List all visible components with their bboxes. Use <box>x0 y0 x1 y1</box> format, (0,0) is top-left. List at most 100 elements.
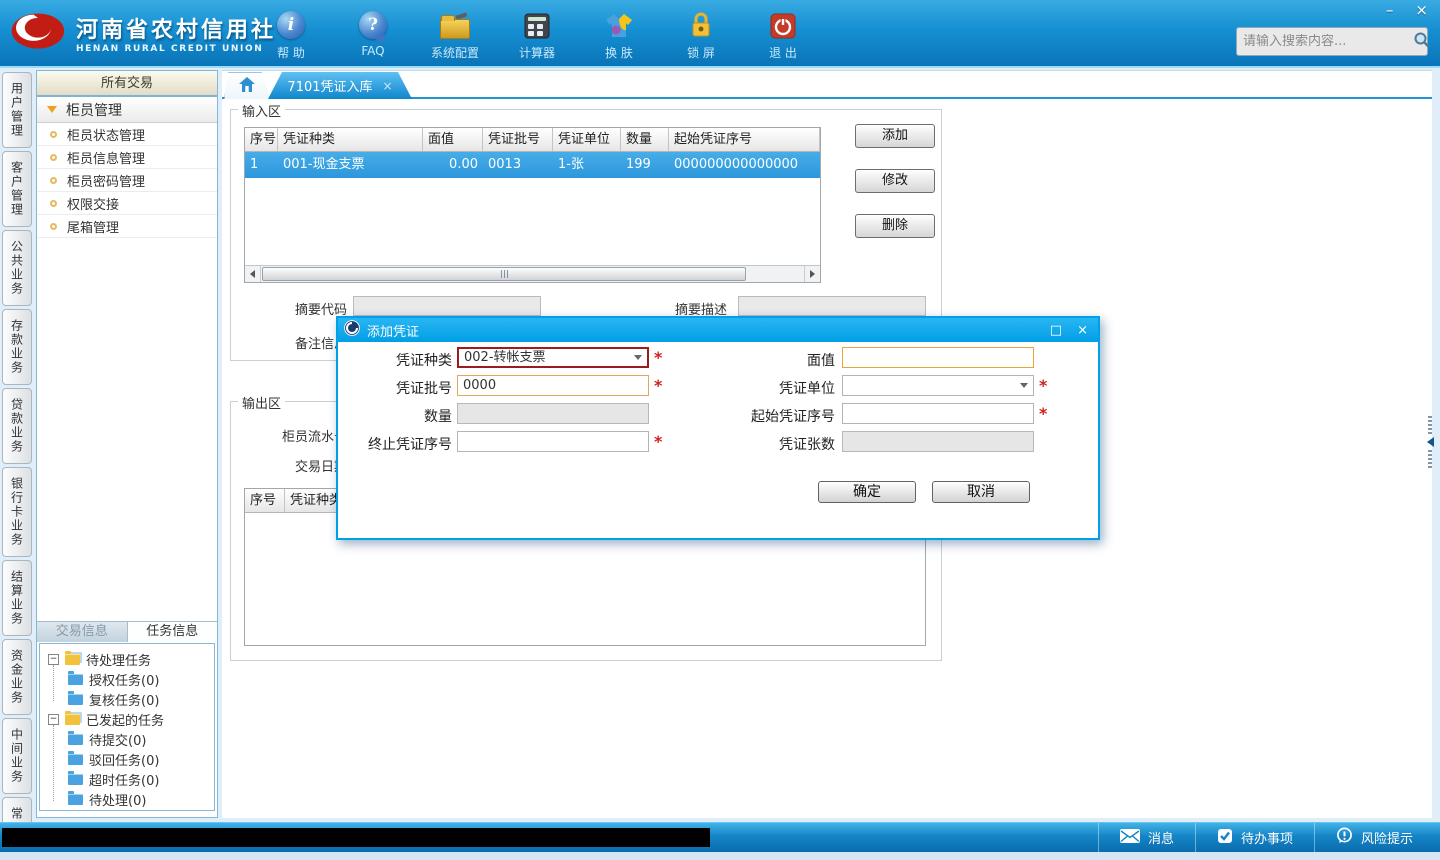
quantity-input <box>457 403 649 424</box>
item-label: 柜员状态管理 <box>67 128 146 144</box>
tree-node-auth-tasks[interactable]: 授权任务(0) <box>40 669 214 689</box>
help-button[interactable]: 帮 助 <box>262 9 320 61</box>
table-row-selected[interactable]: 1 001-现金支票 0.00 0013 1-张 199 00000000000… <box>245 152 820 178</box>
tab-task-info[interactable]: 任务信息 <box>127 622 217 642</box>
col-start-serial[interactable]: 起始凭证序号 <box>669 128 820 151</box>
messages-button[interactable]: 消息 <box>1097 823 1195 852</box>
faq-button[interactable]: FAQ <box>344 9 402 61</box>
out-col-seq[interactable]: 序号 <box>245 489 285 512</box>
collapse-minus-icon[interactable] <box>48 653 59 665</box>
close-button[interactable]: × <box>1415 2 1428 18</box>
tree-node-initiated-tasks[interactable]: 已发起的任务 <box>40 709 214 729</box>
sidebar-item-cashbox-mgmt[interactable]: 尾箱管理 <box>37 215 217 238</box>
risk-alert-button[interactable]: 风险提示 <box>1313 823 1434 852</box>
tab-loan-biz[interactable]: 贷款业务 <box>2 388 32 464</box>
scroll-left-arrow[interactable] <box>245 266 261 282</box>
col-seq[interactable]: 序号 <box>245 128 278 151</box>
app-header: 河南省农村信用社 HENAN RURAL CREDIT UNION 帮 助 FA… <box>0 0 1440 68</box>
cell-voucher-type: 001-现金支票 <box>283 157 365 172</box>
faq-icon <box>359 11 387 39</box>
bullet-icon <box>50 176 57 184</box>
minimize-button[interactable]: – <box>1386 2 1394 18</box>
start-serial-input[interactable] <box>842 403 1034 424</box>
tree-node-pending-tasks[interactable]: 待处理任务 <box>40 649 214 669</box>
home-icon <box>239 76 255 96</box>
trade-date-label: 交易日期 <box>294 460 347 475</box>
sidebar-item-teller-info[interactable]: 柜员信息管理 <box>37 146 217 169</box>
search-icon[interactable] <box>1413 31 1431 53</box>
tab-deposit-biz[interactable]: 存款业务 <box>2 309 32 385</box>
face-value-input[interactable] <box>842 347 1034 368</box>
header-toolbar: 帮 助 FAQ 系统配置 计算器 <box>262 9 812 61</box>
node-label: 授权任务(0) <box>89 673 160 689</box>
dialog-close-icon[interactable]: × <box>1073 323 1092 338</box>
folder-icon <box>68 690 83 705</box>
col-voucher-unit[interactable]: 凭证单位 <box>553 128 621 151</box>
col-voucher-type[interactable]: 凭证种类 <box>278 128 423 151</box>
redacted-session-info <box>2 828 710 847</box>
system-config-button[interactable]: 系统配置 <box>426 9 484 61</box>
drag-dots-icon <box>1428 450 1432 468</box>
tree-node-timeout-tasks[interactable]: 超时任务(0) <box>40 769 214 789</box>
col-face-value[interactable]: 面值 <box>423 128 483 151</box>
tab-funds-biz[interactable]: 资金业务 <box>2 639 32 715</box>
col-quantity[interactable]: 数量 <box>621 128 669 151</box>
tab-intermediate-biz[interactable]: 中间业务 <box>2 718 32 794</box>
summary-desc-input <box>738 296 926 316</box>
sidebar-item-teller-status[interactable]: 柜员状态管理 <box>37 123 217 146</box>
voucher-type-select[interactable]: 002-转帐支票 <box>457 347 649 368</box>
panel-collapse-handle[interactable] <box>1424 416 1436 474</box>
tab-transaction-info[interactable]: 交易信息 <box>37 622 128 642</box>
folder-icon <box>68 730 83 745</box>
item-label: 柜员信息管理 <box>67 151 146 167</box>
col-batch-no[interactable]: 凭证批号 <box>483 128 553 151</box>
dialog-logo-icon <box>344 320 360 340</box>
tree-node-to-submit[interactable]: 待提交(0) <box>40 729 214 749</box>
exit-button[interactable]: 退 出 <box>754 9 812 61</box>
change-skin-button[interactable]: 换 肤 <box>590 9 648 61</box>
collapse-minus-icon[interactable] <box>48 713 59 725</box>
tab-user-mgmt[interactable]: 用户管理 <box>2 72 32 148</box>
modify-button[interactable]: 修改 <box>855 169 935 193</box>
node-label: 超时任务(0) <box>89 773 160 789</box>
search-input[interactable] <box>1243 34 1413 49</box>
dialog-titlebar[interactable]: 添加凭证 □ × <box>338 318 1098 342</box>
quantity-label: 数量 <box>424 409 452 425</box>
tree-node-review-tasks[interactable]: 复核任务(0) <box>40 689 214 709</box>
horizontal-scrollbar[interactable] <box>245 265 820 282</box>
tab-voucher-inbound[interactable]: 7101凭证入库 × <box>268 72 412 99</box>
tab-settlement-biz[interactable]: 结算业务 <box>2 560 32 636</box>
folder-icon <box>68 770 83 785</box>
todo-button[interactable]: 待办事项 <box>1194 823 1314 852</box>
calculator-button[interactable]: 计算器 <box>508 9 566 61</box>
sidebar: 所有交易 柜员管理 柜员状态管理 柜员信息管理 柜员密码管理 权限交接 尾箱管理… <box>36 70 218 818</box>
lock-screen-button[interactable]: 锁 屏 <box>672 9 730 61</box>
tab-close-icon[interactable]: × <box>383 79 393 93</box>
tree-node-rejected-tasks[interactable]: 驳回任务(0) <box>40 749 214 769</box>
scroll-right-arrow[interactable] <box>804 266 820 282</box>
tab-bankcard-biz[interactable]: 银行卡业务 <box>2 467 32 557</box>
sidebar-group-teller-mgmt[interactable]: 柜员管理 <box>37 97 217 123</box>
tab-home[interactable] <box>224 72 270 99</box>
ok-button[interactable]: 确定 <box>818 481 916 503</box>
tab-public-biz[interactable]: 公共业务 <box>2 230 32 306</box>
end-serial-input[interactable] <box>457 431 649 452</box>
delete-button[interactable]: 删除 <box>855 214 935 238</box>
tree-node-to-process[interactable]: 待处理(0) <box>40 789 214 809</box>
voucher-unit-select[interactable] <box>842 375 1034 396</box>
add-button[interactable]: 添加 <box>855 124 935 148</box>
risk-alert-label: 风险提示 <box>1360 832 1413 847</box>
dialog-maximize-icon[interactable]: □ <box>1046 323 1066 338</box>
node-label: 待提交(0) <box>89 733 147 749</box>
cancel-button[interactable]: 取消 <box>932 481 1030 503</box>
scrollbar-thumb[interactable] <box>262 267 746 281</box>
tab-customer-mgmt[interactable]: 客户管理 <box>2 151 32 227</box>
dropdown-caret-icon <box>634 355 642 360</box>
sidebar-item-permission-handover[interactable]: 权限交接 <box>37 192 217 215</box>
folder-icon <box>68 670 83 685</box>
calculator-icon <box>524 9 550 39</box>
sidebar-item-teller-password[interactable]: 柜员密码管理 <box>37 169 217 192</box>
batch-no-input[interactable]: 0000 <box>457 375 649 396</box>
window-controls: – × <box>1386 2 1428 18</box>
exit-label: 退 出 <box>769 46 797 60</box>
